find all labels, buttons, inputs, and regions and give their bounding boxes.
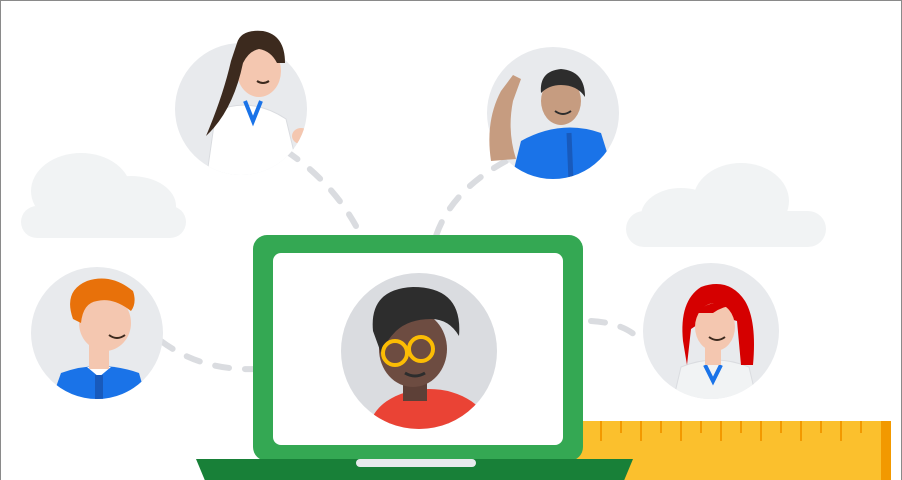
student-avatar-right xyxy=(643,263,779,399)
laptop-notch xyxy=(356,459,476,467)
connector-line-left xyxy=(158,338,259,373)
online-classroom-illustration xyxy=(21,30,891,480)
illustration-frame xyxy=(0,0,902,480)
student-avatar-left xyxy=(31,267,163,399)
connector-line-right xyxy=(588,318,644,344)
connector-line-top-left xyxy=(283,148,359,229)
cloud-icon-left xyxy=(21,153,186,238)
connector-line-top-right xyxy=(433,158,509,239)
student-avatar-top-left xyxy=(175,30,307,175)
cloud-icon-right xyxy=(626,163,826,247)
